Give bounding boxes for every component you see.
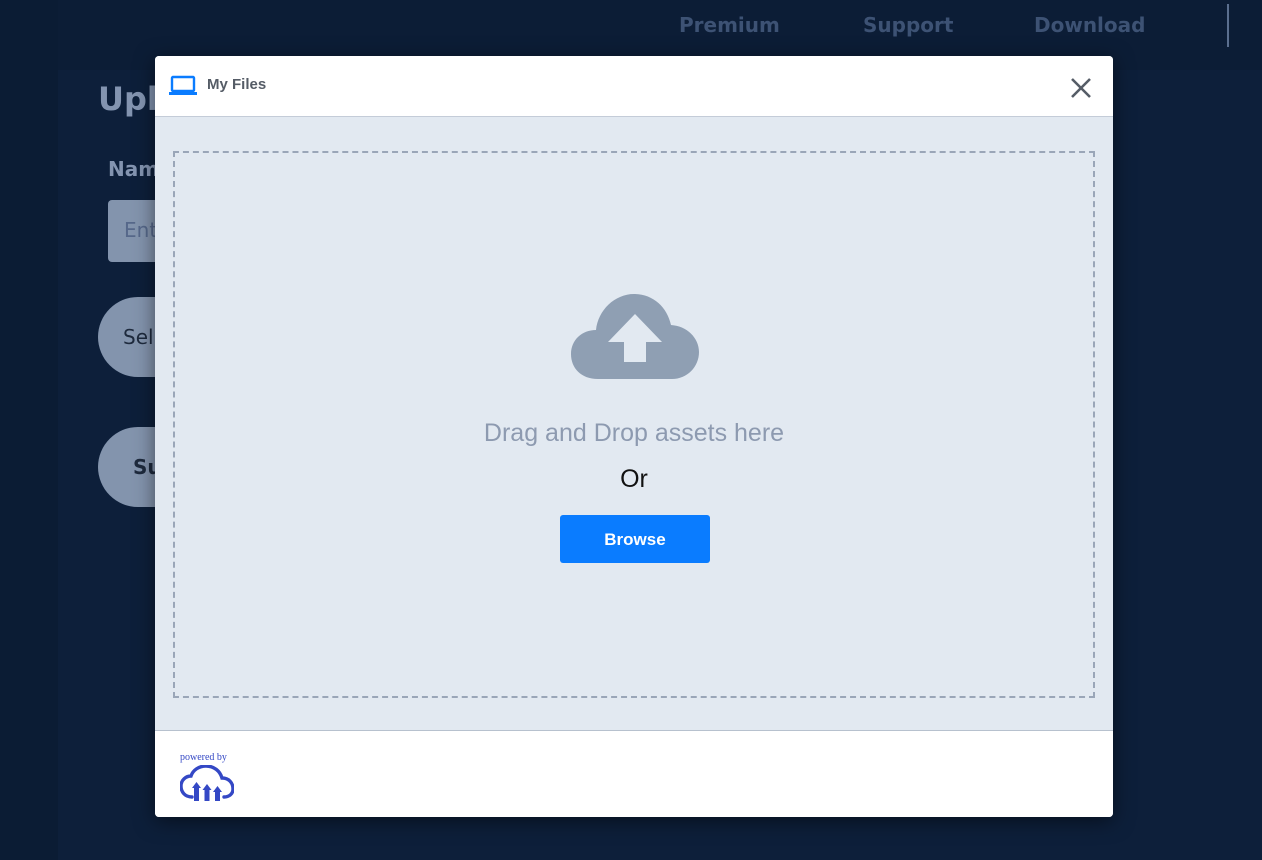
name-label: Nam (108, 157, 160, 181)
page-title: Upl (98, 80, 158, 118)
nav-support[interactable]: Support (863, 13, 953, 37)
nav-divider (1227, 4, 1229, 47)
modal-footer: powered by (155, 731, 1113, 817)
cloud-upload-icon (571, 294, 699, 379)
upload-modal: My Files Drag and Drop assets here Or Br… (155, 56, 1113, 817)
powered-by-label: powered by (180, 752, 227, 763)
drop-instructions: Drag and Drop assets here (483, 419, 785, 447)
nav-premium[interactable]: Premium (679, 13, 780, 37)
laptop-icon (169, 75, 197, 95)
modal-title: My Files (207, 76, 267, 93)
modal-header: My Files (155, 56, 1113, 117)
cloudinary-logo[interactable] (180, 765, 234, 801)
browse-button[interactable]: Browse (560, 515, 710, 563)
nav-download[interactable]: Download (1034, 13, 1145, 37)
close-icon[interactable] (1068, 75, 1094, 101)
or-label: Or (620, 465, 648, 493)
drop-zone[interactable]: Drag and Drop assets here Or Browse (173, 151, 1095, 698)
modal-body: Drag and Drop assets here Or Browse (155, 117, 1113, 731)
